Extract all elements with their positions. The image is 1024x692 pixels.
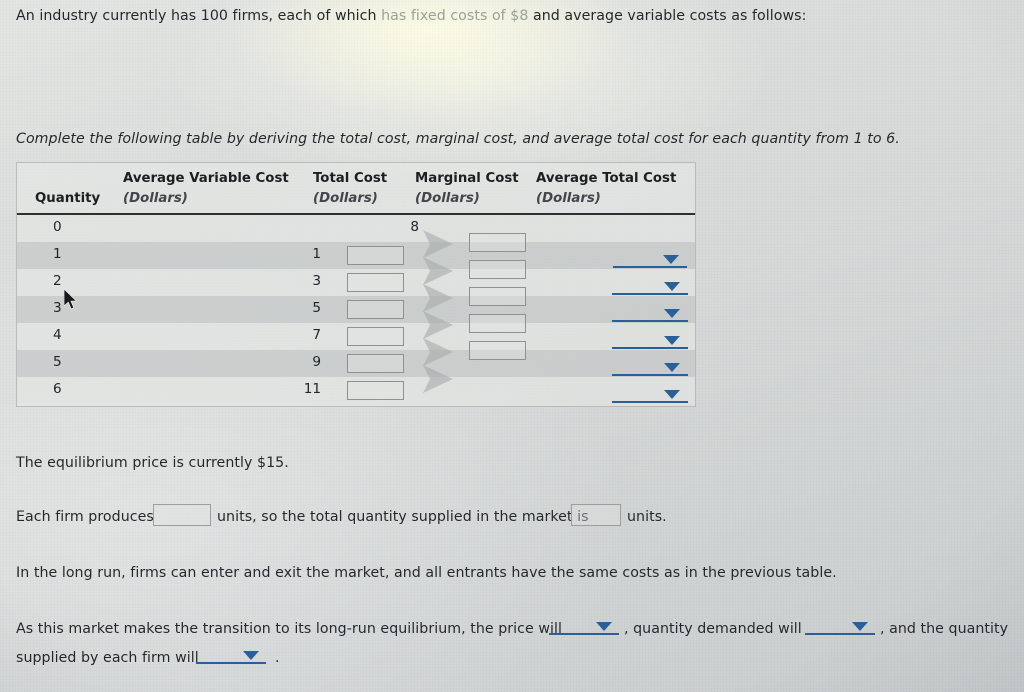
- total-cost-input[interactable]: [347, 354, 404, 373]
- marginal-cost-input[interactable]: [469, 287, 526, 306]
- cell-average-variable-cost: 1: [312, 246, 321, 262]
- average-total-cost-dropdown[interactable]: [612, 331, 688, 349]
- units-suffix-label: units.: [627, 509, 667, 525]
- dropdown-underline: [613, 266, 687, 268]
- total-cost-input[interactable]: [347, 381, 404, 400]
- firm-output-input[interactable]: [153, 504, 211, 526]
- cell-quantity: 5: [53, 354, 62, 370]
- header-avc-title: Average Variable Cost: [123, 171, 289, 186]
- cell-average-variable-cost: 9: [312, 354, 321, 370]
- cell-quantity: 6: [53, 381, 62, 397]
- caret-down-icon: [664, 309, 680, 318]
- dropdown-underline: [612, 320, 688, 322]
- long-run-text: In the long run, firms can enter and exi…: [16, 565, 837, 581]
- firm-output-label: Each firm produces: [16, 509, 154, 525]
- marginal-cost-input[interactable]: [469, 314, 526, 333]
- intro-text-part3: and average variable costs as follows:: [528, 8, 807, 24]
- average-total-cost-dropdown[interactable]: [612, 277, 688, 295]
- total-cost-input[interactable]: [347, 327, 404, 346]
- cell-quantity: 3: [53, 300, 62, 316]
- dropdown-underline: [612, 401, 688, 403]
- dropdown-underline: [612, 293, 688, 295]
- table-header-row: Quantity Average Variable Cost (Dollars)…: [17, 163, 695, 215]
- dropdown-underline: [612, 347, 688, 349]
- chevron-right-icon: [423, 230, 453, 258]
- marginal-cost-input[interactable]: [469, 341, 526, 360]
- cell-average-variable-cost: 3: [312, 273, 321, 289]
- mouse-pointer-icon: [64, 289, 78, 310]
- header-tc-title: Total Cost: [313, 171, 388, 186]
- dropdown-underline: [805, 632, 875, 635]
- transition-text-part2: , quantity demanded will: [624, 621, 802, 637]
- intro-paragraph: An industry currently has 100 firms, eac…: [16, 6, 806, 27]
- total-cost-input[interactable]: [347, 273, 404, 292]
- caret-down-icon: [664, 363, 680, 372]
- content-layer: An industry currently has 100 firms, eac…: [0, 0, 1024, 692]
- market-quantity-input[interactable]: [571, 504, 621, 526]
- average-total-cost-dropdown[interactable]: [612, 304, 688, 322]
- cell-average-variable-cost: 5: [312, 300, 321, 316]
- caret-down-icon: [243, 651, 259, 660]
- cell-average-variable-cost: 7: [312, 327, 321, 343]
- chevron-right-icon: [423, 365, 453, 393]
- market-quantity-label: units, so the total quantity supplied in…: [217, 509, 589, 525]
- chevron-right-icon: [423, 257, 453, 285]
- average-total-cost-dropdown[interactable]: [612, 358, 688, 376]
- header-atc-unit: (Dollars): [536, 191, 601, 206]
- caret-down-icon: [596, 622, 612, 631]
- cell-quantity: 0: [53, 219, 62, 235]
- caret-down-icon: [852, 622, 868, 631]
- dropdown-underline: [196, 661, 266, 664]
- cell-quantity: 2: [53, 273, 62, 289]
- cell-average-variable-cost: 11: [303, 381, 321, 397]
- table-instruction: Complete the following table by deriving…: [16, 131, 900, 147]
- intro-text-part1: An industry currently has 100 firms, eac…: [16, 8, 382, 24]
- header-mc-unit: (Dollars): [415, 191, 480, 206]
- intro-text-part2: has fixed costs of $8: [381, 8, 529, 24]
- dropdown-underline: [549, 632, 619, 635]
- header-avc-unit: (Dollars): [123, 191, 188, 206]
- total-cost-input[interactable]: [347, 300, 404, 319]
- cell-total-cost: 8: [410, 219, 419, 235]
- chevron-right-icon: [423, 284, 453, 312]
- dropdown-underline: [612, 374, 688, 376]
- transition-text-part3: , and the quantity: [880, 621, 1009, 637]
- caret-down-icon: [664, 390, 680, 399]
- average-total-cost-dropdown[interactable]: [613, 250, 687, 268]
- header-atc-title: Average Total Cost: [536, 171, 677, 186]
- transition-text-part1: As this market makes the transition to i…: [16, 621, 562, 637]
- equilibrium-price-text: The equilibrium price is currently $15.: [16, 455, 289, 471]
- caret-down-icon: [663, 255, 679, 264]
- price-direction-dropdown[interactable]: [549, 617, 619, 635]
- firm-supply-dropdown[interactable]: [196, 646, 266, 664]
- total-cost-input[interactable]: [347, 246, 404, 265]
- cell-quantity: 1: [53, 246, 62, 262]
- header-mc-title: Marginal Cost: [415, 171, 519, 186]
- transition-text-part4: supplied by each firm will: [16, 650, 199, 666]
- header-quantity: Quantity: [35, 191, 101, 206]
- quantity-demanded-dropdown[interactable]: [805, 617, 875, 635]
- transition-text-part5: .: [275, 650, 280, 666]
- cost-table: Quantity Average Variable Cost (Dollars)…: [16, 162, 696, 407]
- caret-down-icon: [664, 336, 680, 345]
- caret-down-icon: [664, 282, 680, 291]
- chevron-right-icon: [423, 338, 453, 366]
- cell-quantity: 4: [53, 327, 62, 343]
- marginal-cost-input[interactable]: [469, 260, 526, 279]
- header-tc-unit: (Dollars): [313, 191, 378, 206]
- average-total-cost-dropdown[interactable]: [612, 385, 688, 403]
- marginal-cost-input[interactable]: [469, 233, 526, 252]
- chevron-right-icon: [423, 311, 453, 339]
